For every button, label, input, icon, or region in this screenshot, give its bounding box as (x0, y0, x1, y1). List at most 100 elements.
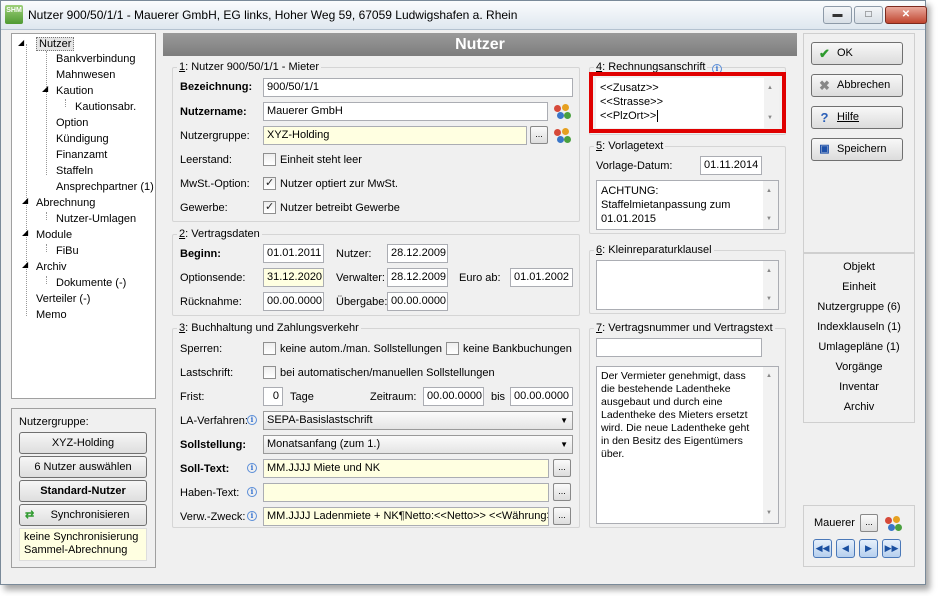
link-umlageplaene[interactable]: Umlagepläne (1) (803, 341, 915, 353)
minimize-button[interactable]: ▬ (823, 6, 852, 24)
vorlage-datum-field[interactable]: 01.11.2014 (700, 156, 762, 175)
lastschrift-checkbox[interactable] (263, 366, 276, 379)
ok-label: OK (837, 47, 853, 59)
tree-item-nutzer[interactable]: Nutzer (36, 37, 75, 51)
verwendungszweck-field[interactable]: MM.JJJJ Ladenmiete + NK¶Netto:<<Netto>> … (263, 507, 549, 526)
close-button[interactable]: ✕ (885, 6, 927, 24)
habentext-browse-button[interactable]: ... (553, 483, 571, 501)
solltext-field[interactable]: MM.JJJJ Miete und NK (263, 459, 549, 478)
tree-item-dokumente[interactable]: Dokumente (-) (56, 277, 126, 289)
collapse-icon[interactable]: ◢ (22, 228, 28, 237)
verwalter-field[interactable]: 28.12.2009 (387, 268, 448, 287)
frist-field[interactable]: 0 (263, 387, 283, 406)
link-einheit[interactable]: Einheit (803, 281, 915, 293)
gewerbe-checkbox[interactable] (263, 200, 276, 214)
standard-user-button[interactable]: Standard-Nutzer (19, 480, 147, 502)
info-icon[interactable]: i (247, 415, 257, 425)
bezeichnung-field[interactable]: 900/50/1/1 (263, 78, 573, 97)
footer-browse-button[interactable]: ... (860, 514, 878, 532)
ruecknahme-field[interactable]: 00.00.0000 (263, 292, 324, 311)
nutzer-date-field[interactable]: 28.12.2009 (387, 244, 448, 263)
verwendungszweck-label: Verw.-Zweck: (180, 511, 246, 523)
sync-note: keine Synchronisierung Sammel-Abrechnung (19, 528, 147, 561)
mwst-checkbox[interactable] (263, 176, 276, 190)
beginn-field[interactable]: 01.01.2011 (263, 244, 324, 263)
section-title: 3: Buchhaltung und Zahlungsverkehr (177, 322, 361, 334)
ok-button[interactable]: ✔ OK (811, 42, 903, 65)
browse-button[interactable]: ... (530, 126, 548, 144)
nutzername-label: Nutzername: (180, 106, 247, 118)
tree-item-kaution[interactable]: Kaution (56, 85, 93, 97)
scrollbar[interactable] (763, 261, 778, 309)
tree-item-bankverbindung[interactable]: Bankverbindung (56, 53, 136, 65)
solltext-browse-button[interactable]: ... (553, 459, 571, 477)
select-users-button[interactable]: 6 Nutzer auswählen (19, 456, 147, 478)
euro-field[interactable]: 01.01.2002 (510, 268, 573, 287)
sperren-bank-checkbox[interactable] (446, 342, 459, 355)
collapse-icon[interactable]: ◢ (22, 196, 28, 205)
tree-item-nutzer-umlagen[interactable]: Nutzer-Umlagen (56, 213, 136, 225)
vertragstext-textarea[interactable]: Der Vermieter genehmigt, dass die besteh… (596, 366, 779, 524)
verwendungszweck-browse-button[interactable]: ... (553, 507, 571, 525)
habentext-field[interactable] (263, 483, 549, 502)
first-record-icon[interactable]: ◀◀ (813, 539, 832, 558)
tree-item-option[interactable]: Option (56, 117, 88, 129)
nutzergruppe-field-label: Nutzergruppe: (180, 130, 250, 142)
info-icon[interactable]: i (247, 511, 257, 521)
next-record-icon[interactable]: ▶ (859, 539, 878, 558)
collapse-icon[interactable]: ◢ (42, 84, 48, 93)
sync-note-line2: Sammel-Abrechnung (24, 544, 128, 556)
tree-item-mahnwesen[interactable]: Mahnwesen (56, 69, 115, 81)
cancel-button[interactable]: ✖ Abbrechen (811, 74, 903, 97)
contacts-icon[interactable] (553, 102, 573, 122)
info-icon[interactable]: i (247, 487, 257, 497)
link-objekt[interactable]: Objekt (803, 261, 915, 273)
tree-item-kuendigung[interactable]: Kündigung (56, 133, 109, 145)
help-button[interactable]: ? Hilfe (811, 106, 903, 129)
link-nutzergruppe[interactable]: Nutzergruppe (6) (803, 301, 915, 313)
group-button[interactable]: XYZ-Holding (19, 432, 147, 454)
vorlagetext-textarea[interactable]: ACHTUNG: Staffelmietanpassung zum 01.01.… (596, 180, 779, 230)
link-archiv[interactable]: Archiv (803, 401, 915, 413)
la-verfahren-select[interactable]: SEPA-Basislastschrift (263, 411, 573, 430)
tree-item-module[interactable]: Module (36, 229, 72, 241)
nutzergruppe-field[interactable]: XYZ-Holding (263, 126, 527, 145)
link-inventar[interactable]: Inventar (803, 381, 915, 393)
gewerbe-text: Nutzer betreibt Gewerbe (280, 202, 400, 214)
sollstellung-select[interactable]: Monatsanfang (zum 1.) (263, 435, 573, 454)
tree-item-ansprechpartner[interactable]: Ansprechpartner (1) (56, 181, 154, 193)
collapse-icon[interactable]: ◢ (18, 38, 24, 47)
optionsende-field[interactable]: 31.12.2020 (263, 268, 324, 287)
scrollbar[interactable] (763, 367, 778, 523)
link-vorgaenge[interactable]: Vorgänge (803, 361, 915, 373)
scrollbar[interactable] (763, 181, 778, 229)
last-record-icon[interactable]: ▶▶ (882, 539, 901, 558)
sperren-soll-checkbox[interactable] (263, 342, 276, 355)
vertragstext-line: ausgebaut und durch eine (601, 396, 723, 408)
tree-item-staffeln[interactable]: Staffeln (56, 165, 93, 177)
sync-button[interactable]: ⇄ Synchronisieren (19, 504, 147, 526)
maximize-button[interactable]: □ (854, 6, 883, 24)
uebergabe-field[interactable]: 00.00.0000 (387, 292, 448, 311)
tree-item-verteiler[interactable]: Verteiler (-) (36, 293, 90, 305)
lastschrift-text: bei automatischen/manuellen Sollstellung… (280, 367, 495, 379)
tree-item-kautionsabr[interactable]: Kautionsabr. (75, 101, 136, 113)
tree-item-finanzamt[interactable]: Finanzamt (56, 149, 107, 161)
zeitraum-bis-field[interactable]: 00.00.0000 (510, 387, 573, 406)
info-icon[interactable]: i (247, 463, 257, 473)
zeitraum-von-field[interactable]: 00.00.0000 (423, 387, 484, 406)
tree-item-memo[interactable]: Memo (36, 309, 67, 321)
tree-item-fibu[interactable]: FiBu (56, 245, 79, 257)
contacts-icon[interactable] (884, 514, 904, 534)
contacts-icon[interactable] (553, 126, 573, 146)
link-indexklauseln[interactable]: Indexklauseln (1) (803, 321, 915, 333)
collapse-icon[interactable]: ◢ (22, 260, 28, 269)
nutzername-field[interactable]: Mauerer GmbH (263, 102, 548, 121)
save-button[interactable]: ▣ Speichern (811, 138, 903, 161)
leerstand-checkbox[interactable] (263, 153, 276, 166)
previous-record-icon[interactable]: ◀ (836, 539, 855, 558)
vertragsnummer-field[interactable] (596, 338, 762, 357)
tree-item-archiv[interactable]: Archiv (36, 261, 67, 273)
tree-item-abrechnung[interactable]: Abrechnung (36, 197, 95, 209)
kleinreparatur-textarea[interactable] (596, 260, 779, 310)
